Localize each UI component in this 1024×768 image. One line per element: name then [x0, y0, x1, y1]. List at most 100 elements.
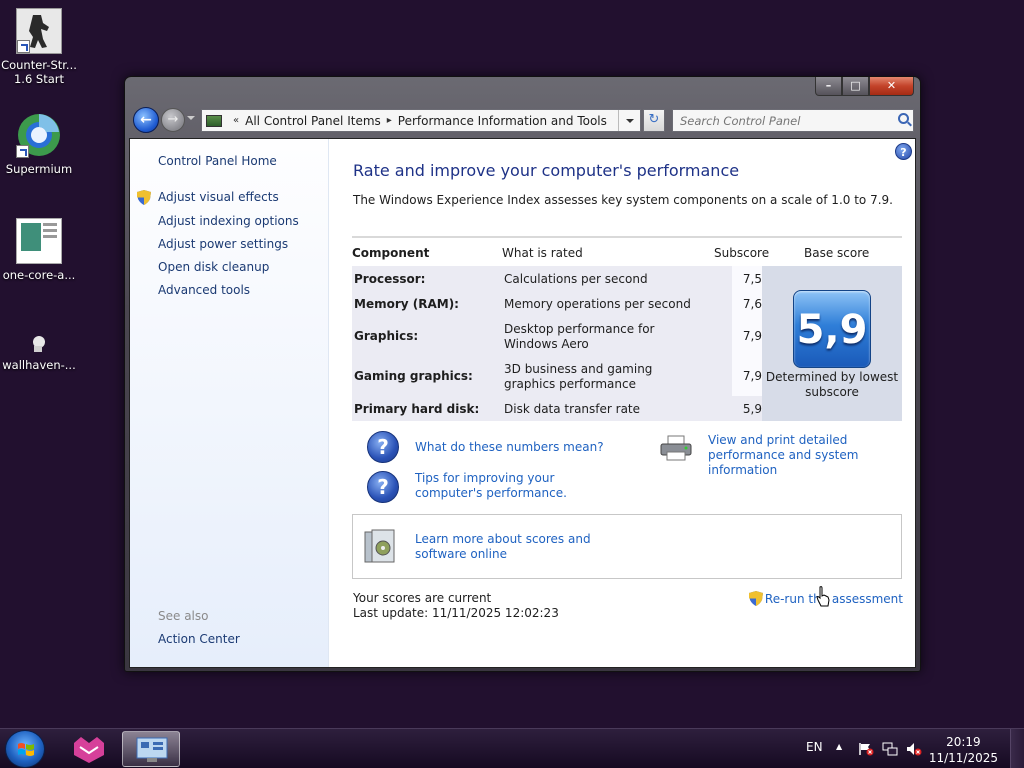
row-subscore: 7,5	[742, 272, 762, 286]
volume-muted-icon[interactable]	[906, 742, 922, 756]
open-disk-cleanup-link[interactable]: Open disk cleanup	[158, 260, 269, 274]
system-clock[interactable]: 20:19 11/11/2025	[929, 734, 998, 766]
back-button[interactable]: ←	[133, 107, 159, 133]
last-update-text: Last update: 11/11/2025 12:02:23	[353, 606, 559, 620]
desktop-icon-wallhaven[interactable]: wallhaven-...	[0, 334, 79, 372]
table-body: Processor: Calculations per second 7,5 M…	[352, 266, 902, 421]
supermium-browser-icon	[16, 112, 62, 158]
maximize-button[interactable]: □	[842, 77, 869, 96]
table-header: Component What is rated Subscore Base sc…	[352, 236, 902, 264]
task-pane: Control Panel Home Adjust visual effects…	[130, 139, 329, 667]
header-base-score: Base score	[804, 246, 870, 260]
base-score-panel: 5,9 Determined by lowest subscore	[762, 266, 902, 421]
action-center-flag-icon[interactable]	[858, 742, 874, 756]
row-rated: Memory operations per second	[504, 297, 691, 311]
scores-current-text: Your scores are current	[353, 591, 492, 605]
recent-pages-dropdown[interactable]	[187, 116, 195, 120]
what-numbers-mean-link[interactable]: What do these numbers mean?	[415, 440, 604, 455]
search-icon[interactable]	[898, 113, 909, 124]
desktop-icon-label: one-core-a...	[2, 268, 76, 282]
content-area: Control Panel Home Adjust visual effects…	[129, 138, 916, 668]
score-status: Your scores are current Last update: 11/…	[353, 591, 559, 621]
row-rated: Disk data transfer rate	[504, 402, 641, 416]
clock-time: 20:19	[946, 735, 981, 749]
mouse-cursor-icon	[816, 586, 830, 607]
breadcrumb-arrow-icon[interactable]: ▸	[387, 115, 392, 126]
base-score-note: Determined by lowest subscore	[765, 370, 899, 399]
desktop-icon-counter-strike[interactable]: Counter-Str... 1.6 Start	[0, 8, 79, 86]
clock-date: 11/11/2025	[928, 751, 998, 765]
row-subscore: 7,9	[742, 369, 762, 383]
question-icon: ?	[367, 431, 399, 463]
taskbar-control-panel-active[interactable]	[122, 731, 180, 767]
adjust-visual-effects-link[interactable]: Adjust visual effects	[158, 190, 279, 204]
minimize-button[interactable]: –	[815, 77, 842, 96]
desktop-icon-label: Counter-Str...	[1, 58, 77, 72]
adjust-power-settings-link[interactable]: Adjust power settings	[158, 237, 288, 251]
image-file-icon	[29, 334, 49, 354]
desktop-icon-supermium[interactable]: Supermium	[0, 112, 79, 176]
row-rated: Calculations per second	[504, 272, 648, 286]
windows-logo-icon	[18, 743, 34, 756]
breadcrumb-all-items[interactable]: All Control Panel Items	[245, 114, 381, 128]
control-panel-icon	[206, 114, 222, 127]
row-subscore: 5,9	[742, 402, 762, 416]
shortcut-arrow-icon	[16, 145, 29, 158]
header-component: Component	[352, 246, 430, 260]
address-dropdown-icon[interactable]	[618, 110, 640, 131]
forward-button[interactable]: →	[161, 108, 185, 132]
row-component: Gaming graphics:	[354, 369, 473, 383]
row-rated: Desktop performance for Windows Aero	[504, 322, 655, 351]
row-component: Memory (RAM):	[354, 297, 459, 311]
refresh-button[interactable]: ↻	[643, 109, 665, 132]
taskbar-app-pinned[interactable]	[60, 731, 118, 767]
performance-window: – □ ✕ ← → « All Control Panel Items ▸ Pe…	[124, 76, 921, 672]
desktop-icon-label: wallhaven-...	[2, 358, 76, 372]
view-print-details-link[interactable]: View and print detailed performance and …	[708, 433, 908, 478]
show-hidden-icons-arrow[interactable]: ▲	[836, 742, 842, 751]
rerun-label: Re-run the assessment	[764, 592, 903, 606]
navigation-bar: ← → « All Control Panel Items ▸ Performa…	[131, 105, 914, 135]
document-thumbnail-icon	[16, 218, 62, 264]
see-also-heading: See also	[158, 609, 209, 623]
header-what-is-rated: What is rated	[502, 246, 583, 260]
search-box[interactable]	[672, 109, 914, 132]
intro-text: The Windows Experience Index assesses ke…	[353, 193, 893, 207]
pink-cat-app-icon	[74, 737, 104, 763]
language-indicator[interactable]: EN	[806, 740, 823, 754]
caption-buttons: – □ ✕	[815, 77, 914, 96]
action-center-link[interactable]: Action Center	[158, 632, 240, 646]
row-component: Processor:	[354, 272, 426, 286]
help-icon[interactable]: ?	[895, 143, 912, 160]
tips-improving-link[interactable]: Tips for improving your computer's perfo…	[415, 471, 625, 501]
uac-shield-icon	[748, 591, 763, 606]
show-desktop-button[interactable]	[1010, 729, 1024, 768]
control-panel-home-link[interactable]: Control Panel Home	[158, 154, 277, 168]
start-button[interactable]	[5, 730, 45, 768]
breadcrumb-overflow[interactable]: «	[233, 115, 239, 126]
learn-more-scores-link[interactable]: Learn more about scores and software onl…	[415, 532, 635, 562]
address-bar[interactable]: « All Control Panel Items ▸ Performance …	[201, 109, 641, 132]
close-button[interactable]: ✕	[869, 77, 914, 96]
row-subscore: 7,9	[742, 329, 762, 343]
adjust-indexing-options-link[interactable]: Adjust indexing options	[158, 214, 299, 228]
breadcrumb-performance[interactable]: Performance Information and Tools	[398, 114, 607, 128]
experience-index-table: Component What is rated Subscore Base sc…	[352, 236, 902, 421]
uac-shield-icon	[137, 190, 151, 205]
base-score-badge: 5,9	[793, 290, 871, 368]
row-component: Graphics:	[354, 329, 419, 343]
advanced-tools-link[interactable]: Advanced tools	[158, 283, 250, 297]
printer-icon	[660, 435, 692, 461]
desktop-icon-label: Supermium	[5, 162, 73, 176]
shortcut-arrow-icon	[17, 40, 30, 53]
row-component: Primary hard disk:	[354, 402, 480, 416]
search-input[interactable]	[673, 110, 883, 131]
control-panel-taskbar-icon	[136, 737, 168, 762]
page-title: Rate and improve your computer's perform…	[353, 161, 740, 180]
software-box-icon	[364, 529, 395, 563]
row-rated: 3D business and gaming graphics performa…	[504, 362, 653, 391]
network-icon[interactable]	[882, 742, 898, 756]
desktop-icon-one-core[interactable]: one-core-a...	[0, 218, 79, 282]
row-subscore: 7,6	[742, 297, 762, 311]
learn-more-box: Learn more about scores and software onl…	[352, 514, 902, 579]
